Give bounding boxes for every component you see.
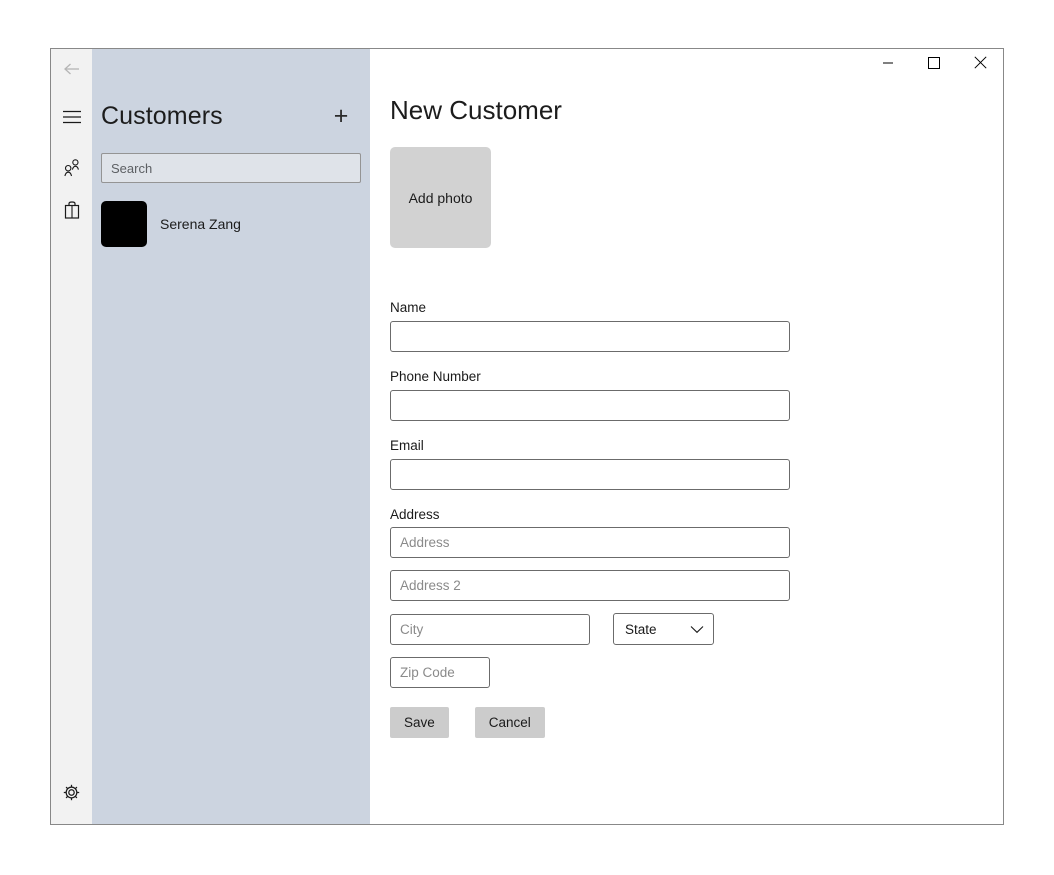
email-input[interactable] [390, 459, 790, 490]
state-dropdown-label: State [625, 622, 657, 637]
detail-title: New Customer [390, 97, 562, 123]
back-button[interactable] [51, 51, 92, 92]
sidebar-item-orders[interactable] [51, 192, 92, 233]
sidebar-item-customers[interactable] [51, 150, 92, 191]
address-label: Address [390, 508, 810, 523]
cancel-button[interactable]: Cancel [475, 707, 545, 738]
field-group-zip [390, 657, 810, 688]
save-button[interactable]: Save [390, 707, 449, 738]
list-item-label: Serena Zang [160, 216, 241, 232]
settings-button[interactable] [51, 774, 92, 815]
address-line2-input[interactable] [390, 570, 790, 601]
navigation-rail [51, 49, 92, 824]
field-group-email: Email [390, 439, 810, 490]
maximize-button[interactable] [911, 49, 957, 81]
city-input[interactable] [390, 614, 590, 645]
minimize-icon [882, 56, 894, 74]
add-photo-button[interactable]: Add photo [390, 147, 491, 248]
close-button[interactable] [957, 49, 1003, 81]
settings-gear-icon [61, 782, 82, 808]
maximize-icon [928, 56, 940, 74]
zip-code-input[interactable] [390, 657, 490, 688]
state-dropdown[interactable]: State [613, 613, 714, 645]
search-wrapper [92, 153, 370, 183]
list-item[interactable]: Serena Zang [101, 198, 361, 250]
minimize-button[interactable] [865, 49, 911, 81]
menu-button[interactable] [51, 99, 92, 140]
app-window: Customers + Serena Zang [50, 48, 1004, 825]
field-group-phone: Phone Number [390, 370, 810, 421]
hamburger-menu-icon [63, 110, 81, 129]
titlebar-controls [865, 49, 1003, 81]
phone-input[interactable] [390, 390, 790, 421]
page-title: Customers [101, 104, 223, 129]
list-header: Customers + [92, 99, 370, 133]
new-customer-form: Name Phone Number Email Address [390, 301, 810, 738]
close-icon [974, 56, 987, 74]
field-group-address: Address [390, 508, 810, 559]
field-group-name: Name [390, 301, 810, 352]
field-group-address2 [390, 570, 810, 601]
back-arrow-icon [61, 58, 83, 85]
orders-bag-icon [63, 200, 81, 225]
phone-label: Phone Number [390, 370, 810, 385]
city-state-row: State [390, 613, 810, 645]
name-label: Name [390, 301, 810, 316]
name-input[interactable] [390, 321, 790, 352]
add-photo-label: Add photo [409, 190, 473, 206]
add-customer-button[interactable]: + [328, 103, 354, 129]
detail-pane: New Customer Add photo Name Phone Number… [370, 49, 1003, 824]
customer-list-pane: Customers + Serena Zang [92, 49, 370, 824]
customers-people-icon [62, 159, 82, 182]
customer-list: Serena Zang [92, 198, 370, 250]
address-line1-input[interactable] [390, 527, 790, 558]
chevron-down-icon [690, 622, 704, 637]
avatar [101, 201, 147, 247]
search-input[interactable] [101, 153, 361, 183]
email-label: Email [390, 439, 810, 454]
form-button-row: Save Cancel [390, 707, 810, 738]
